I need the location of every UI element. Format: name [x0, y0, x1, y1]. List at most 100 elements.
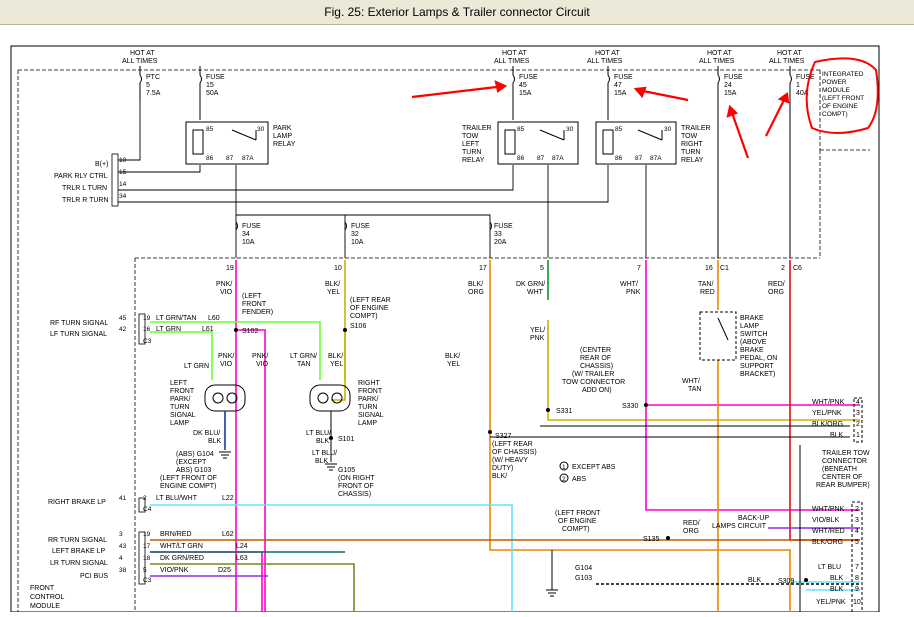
- fuse-label: 7.5A: [146, 90, 161, 97]
- diagram-label: ENGINE COMPT): [160, 483, 216, 490]
- diagram-label: 85: [615, 126, 623, 133]
- fcm-signals: RF TURN SIGNAL45 19 LT GRN/TAN L60 LF TURN …: [30, 313, 248, 610]
- window-frame: Fig. 25: Exterior Lamps & Trailer connec…: [0, 0, 914, 613]
- diagram-label: RIGHT BRAKE LP: [48, 499, 106, 506]
- diagram-label: C3: [143, 577, 152, 584]
- diagram-label: LT BLU/WHT: [156, 495, 198, 502]
- diagram-label: YEL/: [530, 327, 545, 334]
- diagram-label: FRONT OF: [338, 483, 374, 490]
- diagram-label: RED: [700, 289, 715, 296]
- diagram-label: BRAKE: [740, 347, 764, 354]
- fuse-label: FUSE: [614, 74, 633, 81]
- diagram-label: ADD ON): [582, 387, 612, 394]
- diagram-label: OF ENGINE: [558, 518, 597, 525]
- diagram-label: SUPPORT: [740, 363, 774, 370]
- diagram-label: (W/ TRAILER: [572, 371, 614, 378]
- diagram-label: 87: [537, 155, 545, 162]
- diagram-label: L22: [222, 495, 234, 502]
- diagram-label: CHASSIS): [580, 363, 613, 370]
- diagram-label: TAN: [297, 361, 310, 368]
- diagram-label: 34: [119, 193, 127, 200]
- diagram-label: 86: [517, 155, 525, 162]
- diagram-label: BLK/: [325, 281, 340, 288]
- diagram-label: 2: [856, 421, 860, 428]
- diagram-label: VIO: [220, 361, 233, 368]
- diagram-label: 4: [856, 399, 860, 406]
- diagram-label: FRONT: [170, 388, 195, 395]
- diagram-label: OF CHASSIS): [492, 449, 537, 456]
- diagram-label: BRACKET): [740, 371, 775, 378]
- diagram-label: 19: [143, 315, 151, 322]
- fuse-label: 24: [724, 82, 732, 89]
- hot-label: ALL TIMES: [769, 58, 805, 65]
- hot-label: ALL TIMES: [494, 58, 530, 65]
- diagram-label: VIO/PNK: [160, 567, 189, 574]
- diagram-label: L61: [202, 326, 214, 333]
- diagram-label: BRAKE: [740, 315, 764, 322]
- diagram-label: SWITCH: [740, 331, 768, 338]
- diagram-label: CHASSIS): [338, 491, 371, 498]
- window-title: Fig. 25: Exterior Lamps & Trailer connec…: [0, 0, 914, 25]
- diagram-label: BLK: [208, 438, 222, 445]
- diagram-label: S135: [643, 536, 659, 543]
- diagram-label: COMPT): [350, 313, 378, 320]
- diagram-label: C4: [143, 506, 152, 513]
- diagram-label: L63: [236, 555, 248, 562]
- diagram-label: BLK: [830, 586, 844, 593]
- diagram-label: LAMP: [740, 323, 759, 330]
- fuse-label: 50A: [206, 90, 219, 97]
- diagram-label: 19: [226, 265, 234, 272]
- diagram-label: C1: [720, 265, 729, 272]
- diagram-label: 15: [119, 169, 127, 176]
- hot-label: ALL TIMES: [587, 58, 623, 65]
- fuse-label: 5: [146, 82, 150, 89]
- diagram-label: L62: [222, 531, 234, 538]
- diagram-label: 2: [781, 265, 785, 272]
- diagram-label: 30: [664, 126, 672, 133]
- diagram-label: FUSE: [351, 223, 370, 230]
- diagram-label: 41: [119, 495, 127, 502]
- diagram-label: TURN: [462, 149, 481, 156]
- diagram-label: BLK/: [468, 281, 483, 288]
- diagram-label: TRLR R TURN: [62, 197, 109, 204]
- diagram-label: BLK: [830, 575, 844, 582]
- fuse-label: 15: [206, 82, 214, 89]
- diagram-label: RIGHT: [681, 141, 704, 148]
- diagram-label: VIO: [220, 289, 233, 296]
- diagram-label: MODULE: [822, 87, 850, 94]
- diagram-label: LAMP: [273, 133, 292, 140]
- diagram-label: LR TURN SIGNAL: [50, 560, 108, 567]
- diagram-label: TOW CONNECTOR: [562, 379, 625, 386]
- diagram-label: DK GRN/: [516, 281, 545, 288]
- diagram-label: C6: [793, 265, 802, 272]
- diagram-label: 86: [206, 155, 214, 162]
- diagram-label: BACK-UP: [738, 515, 769, 522]
- diagram-label: LEFT BRAKE LP: [52, 548, 106, 555]
- diagram-label: RIGHT: [358, 380, 381, 387]
- park-lamp-relay: 85 30 86 87 87A PARK LAMP RELAY: [185, 121, 296, 165]
- diagram-label: 87: [226, 155, 234, 162]
- hot-label: HOT AT: [595, 50, 620, 57]
- diagram-label: 2: [562, 476, 566, 483]
- diagram-label: REAR BUMPER): [816, 482, 870, 489]
- diagram-label: 16: [705, 265, 713, 272]
- diagram-label: S101: [338, 436, 354, 443]
- diagram-label: ABS: [572, 476, 586, 483]
- diagram-label: LT GRN/: [290, 353, 317, 360]
- ipm-label: INTEGRATED POWER MODULE (LEFT FRONT OF E…: [822, 71, 864, 118]
- fuse-label: 1: [796, 82, 800, 89]
- diagram-label: WHT/: [620, 281, 638, 288]
- diagram-label: S330: [622, 403, 638, 410]
- diagram-label: TURN: [681, 149, 700, 156]
- diagram-label: 19: [143, 531, 151, 538]
- fuse-label: FUSE: [519, 74, 538, 81]
- diagram-label: EXCEPT ABS: [572, 464, 616, 471]
- diagram-label: 10A: [351, 239, 364, 246]
- diagram-label: LT GRN/TAN: [156, 315, 196, 322]
- diagram-label: G105: [338, 467, 355, 474]
- diagram-label: POWER: [822, 79, 847, 86]
- diagram-label: TURN: [358, 404, 377, 411]
- hot-label: HOT AT: [130, 50, 155, 57]
- diagram-label: PARK/: [358, 396, 379, 403]
- diagram-label: 4: [119, 555, 123, 562]
